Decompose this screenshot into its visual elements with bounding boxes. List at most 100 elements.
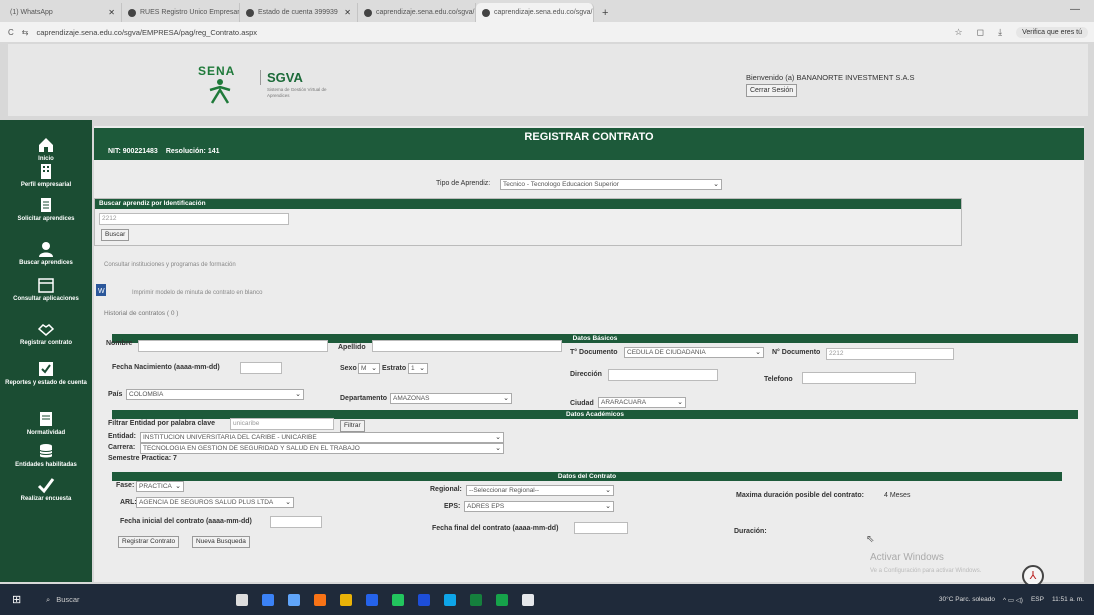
tipo-aprendiz-select[interactable]: Tecnico - Tecnologo Educacion Superior ⌄ <box>500 179 722 190</box>
consultar-instituciones-link[interactable]: Consultar instituciones y programas de f… <box>104 262 236 268</box>
ciudad-label: Ciudad <box>570 400 594 407</box>
tipo-aprendiz-label: Tipo de Aprendiz: <box>436 180 491 187</box>
excel-icon[interactable] <box>470 593 482 606</box>
star-icon[interactable]: ☆ <box>955 27 963 38</box>
select-value: ADRES EPS <box>467 503 505 510</box>
app-icon[interactable] <box>522 593 534 606</box>
tab-whatsapp[interactable]: (1) WhatsApp ✕ <box>4 3 122 22</box>
numero-documento-input[interactable]: 2212 <box>826 348 954 360</box>
sidebar-item-encuesta[interactable]: Realizar encuesta <box>0 476 92 502</box>
sidebar-item-label: Registrar contrato <box>19 340 72 346</box>
sidebar-item-buscar[interactable]: Buscar aprendices <box>0 240 92 266</box>
sexo-select[interactable]: M ⌄ <box>358 363 380 374</box>
telefono-input[interactable] <box>802 372 916 384</box>
language-indicator[interactable]: ESP <box>1031 596 1044 603</box>
address-bar: C ⇆ caprendizaje.sena.edu.co/sgva/EMPRES… <box>0 22 1094 42</box>
url-input[interactable]: caprendizaje.sena.edu.co/sgva/EMPRESA/pa… <box>36 28 257 37</box>
activate-windows-subtitle: Ve a Configuración para activar Windows. <box>870 568 982 574</box>
entidad-select[interactable]: INSTITUCION UNIVERSITARIA DEL CARIBE - U… <box>140 432 504 443</box>
main-content: REGISTRAR CONTRATO NIT: 900221483 Resoluc… <box>94 126 1084 582</box>
edge-icon[interactable] <box>262 593 274 606</box>
historial-contratos: Historial de contratos ( 0 ) <box>104 310 179 317</box>
chevron-down-icon: ⌄ <box>677 399 683 406</box>
weather-text[interactable]: 30°C Parc. soleado <box>939 596 995 603</box>
clock[interactable]: 11:51 a. m. <box>1052 596 1084 603</box>
nueva-busqueda-button[interactable]: Nueva Busqueda <box>192 536 250 548</box>
firefox-icon[interactable] <box>314 593 326 606</box>
app-icon[interactable] <box>444 593 456 606</box>
word-icon[interactable] <box>418 593 430 606</box>
tab-rues[interactable]: RUES Registro Unico Empresar ✕ <box>122 3 240 22</box>
task-view-icon[interactable] <box>236 593 248 606</box>
duracion-label: Duración: <box>734 528 767 535</box>
sidebar-item-entidades[interactable]: Entidades habilitadas <box>0 442 92 468</box>
sidebar-item-reportes[interactable]: Reportes y estado de cuenta <box>0 360 92 386</box>
app-icon[interactable] <box>496 593 508 606</box>
extensions-icon[interactable]: ◻ <box>977 27 984 38</box>
reload-icon[interactable]: C <box>8 28 14 37</box>
store-icon[interactable] <box>288 593 300 606</box>
site-info-icon[interactable]: ⇆ <box>22 28 29 37</box>
sidebar-item-inicio[interactable]: Inicio <box>0 136 92 162</box>
windows-start-icon[interactable]: ⊞ <box>12 593 36 606</box>
new-tab-button[interactable]: + <box>594 3 616 22</box>
arl-select[interactable]: AGENCIA DE SEGUROS SALUD PLUS LTDA ⌄ <box>136 497 294 508</box>
sidebar-item-label: Perfil empresarial <box>20 182 72 188</box>
tray-icons[interactable]: ^ ▭ ◁) <box>1003 596 1023 604</box>
download-icon[interactable]: ⤓ <box>998 27 1002 38</box>
sidebar-item-label: Buscar aprendices <box>19 260 73 266</box>
apellido-input[interactable] <box>372 340 562 352</box>
ciudad-select[interactable]: ARARACUARA ⌄ <box>598 397 686 408</box>
tab-sgva-1[interactable]: caprendizaje.sena.edu.co/sgva/ ✕ <box>358 3 476 22</box>
chevron-down-icon: ⌄ <box>605 487 611 494</box>
chrome-icon[interactable] <box>340 593 352 606</box>
chevron-down-icon: ⌄ <box>503 395 509 402</box>
close-icon[interactable]: ✕ <box>344 8 351 17</box>
registrar-contrato-button[interactable]: Registrar Contrato <box>118 536 180 548</box>
nombre-label: Nombre <box>106 340 133 347</box>
fecha-final-input[interactable] <box>574 522 628 534</box>
tab-sgva-2[interactable]: caprendizaje.sena.edu.co/sgva/ ✕ <box>476 3 594 22</box>
datos-contrato-header: Datos del Contrato <box>112 472 1062 481</box>
regional-select[interactable]: --Seleccionar Regional-- ⌄ <box>466 485 614 496</box>
fecha-nacimiento-input[interactable] <box>240 362 282 374</box>
filtrar-entidad-input[interactable]: unicaribe <box>230 418 334 430</box>
filtrar-button[interactable]: Filtrar <box>340 420 365 432</box>
building-icon <box>41 164 51 179</box>
departamento-select[interactable]: AMAZONAS ⌄ <box>390 393 512 404</box>
sidebar-item-consultar[interactable]: Consultar aplicaciones <box>0 276 92 302</box>
identificacion-input[interactable]: 2212 <box>99 213 289 225</box>
direccion-input[interactable] <box>608 369 718 381</box>
fecha-inicial-input[interactable] <box>270 516 322 528</box>
chevron-down-icon: ⌄ <box>419 365 425 372</box>
imprimir-minuta-link[interactable]: Imprimir modelo de minuta de contrato en… <box>132 290 262 296</box>
fase-select[interactable]: PRACTICA ⌄ <box>136 481 184 492</box>
pais-select[interactable]: COLOMBIA ⌄ <box>126 389 304 400</box>
verify-button[interactable]: Verifica que eres tú <box>1016 26 1088 38</box>
minimize-icon[interactable]: — <box>1070 4 1080 15</box>
buscar-panel: Buscar aprendiz por Identificación 2212 … <box>94 198 962 246</box>
sidebar-item-solicitar[interactable]: Solicitar aprendices <box>0 196 92 222</box>
close-icon[interactable]: ✕ <box>108 8 115 17</box>
logout-button[interactable]: Cerrar Sesión <box>746 84 798 97</box>
sidebar-item-normatividad[interactable]: Normatividad <box>0 410 92 436</box>
nombre-input[interactable] <box>138 340 328 352</box>
buscar-button[interactable]: Buscar <box>101 229 130 241</box>
shield-icon[interactable] <box>366 593 378 606</box>
carrera-select[interactable]: TECNOLOGIA EN GESTION DE SEGURIDAD Y SAL… <box>140 443 504 454</box>
taskbar-search[interactable]: ⌕ Buscar <box>46 591 166 609</box>
sidebar-item-registrar[interactable]: Registrar contrato <box>0 320 92 346</box>
estrato-label: Estrato <box>382 365 407 372</box>
arl-label: ARL: <box>120 499 137 506</box>
resolucion-text: Resolución: 141 <box>165 148 220 155</box>
departamento-label: Departamento <box>340 395 388 402</box>
eps-select[interactable]: ADRES EPS ⌄ <box>464 501 614 512</box>
direccion-label: Dirección <box>570 371 602 378</box>
telefono-label: Telefono <box>764 376 793 383</box>
app-icon[interactable] <box>392 593 404 606</box>
buscar-panel-title: Buscar aprendiz por Identificación <box>95 199 961 209</box>
tab-estado-cuenta[interactable]: Estado de cuenta 399939 ✕ <box>240 3 358 22</box>
estrato-select[interactable]: 1 ⌄ <box>408 363 428 374</box>
sidebar-item-perfil[interactable]: Perfil empresarial <box>0 162 92 188</box>
tipo-documento-select[interactable]: CEDULA DE CIUDADANIA ⌄ <box>624 347 764 358</box>
